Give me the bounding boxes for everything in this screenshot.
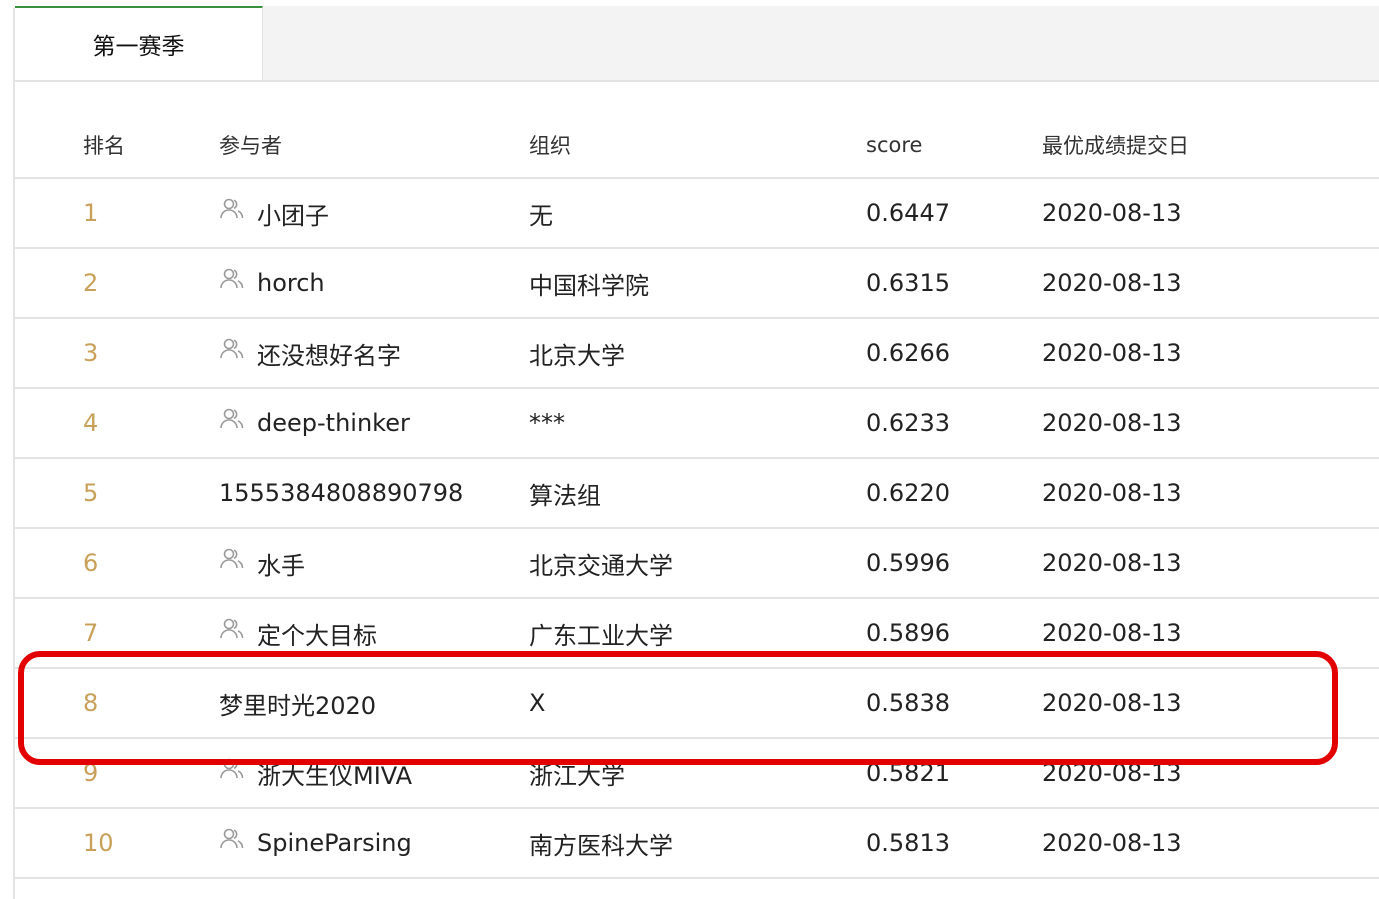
- rank-cell: 4: [83, 409, 99, 437]
- team-icon: [219, 266, 245, 292]
- table-body: 1 小团子 无 0.6447 2020-08-13 2 horch 中国科学院 0.6315 20…: [15, 179, 1379, 879]
- table-row: 8 梦里时光2020 X 0.5838 2020-08-13: [15, 669, 1379, 739]
- tab-bar: 第一赛季: [15, 6, 1379, 82]
- rank-cell: 5: [83, 479, 99, 507]
- tab-season-1[interactable]: 第一赛季: [15, 6, 263, 80]
- date-cell: 2020-08-13: [1042, 689, 1182, 717]
- date-cell: 2020-08-13: [1042, 829, 1182, 857]
- table-row: 3 还没想好名字 北京大学 0.6266 2020-08-13: [15, 319, 1379, 389]
- participant-cell: 浙大生仪MIVA: [219, 739, 412, 807]
- table-row: 4 deep-thinker *** 0.6233 2020-08-13: [15, 389, 1379, 459]
- date-cell: 2020-08-13: [1042, 759, 1182, 787]
- organization-cell: 中国科学院: [529, 271, 649, 300]
- score-cell: 0.6266: [866, 339, 950, 367]
- team-icon: [219, 546, 245, 572]
- participant-cell: 还没想好名字: [219, 319, 401, 387]
- team-icon: [219, 406, 245, 432]
- team-icon: [219, 826, 245, 852]
- participant-name[interactable]: 小团子: [257, 196, 329, 231]
- participant-cell: deep-thinker: [219, 389, 410, 457]
- participant-cell: 小团子: [219, 179, 329, 247]
- rank-cell: 8: [83, 689, 99, 717]
- organization-cell: 南方医科大学: [529, 831, 673, 860]
- participant-name[interactable]: 梦里时光2020: [219, 686, 376, 721]
- organization-cell: ***: [529, 409, 565, 437]
- participant-name[interactable]: 水手: [257, 546, 305, 581]
- team-icon: [219, 336, 245, 362]
- score-cell: 0.5996: [866, 549, 950, 577]
- participant-cell: 梦里时光2020: [219, 669, 376, 737]
- table-row: 7 定个大目标 广东工业大学 0.5896 2020-08-13: [15, 599, 1379, 669]
- header-rank: 排名: [83, 133, 125, 158]
- date-cell: 2020-08-13: [1042, 199, 1182, 227]
- participant-name[interactable]: horch: [257, 269, 325, 297]
- date-cell: 2020-08-13: [1042, 409, 1182, 437]
- participant-name[interactable]: SpineParsing: [257, 829, 412, 857]
- header-organization: 组织: [529, 133, 571, 158]
- organization-cell: 无: [529, 201, 553, 230]
- organization-cell: 算法组: [529, 481, 601, 510]
- organization-cell: X: [529, 689, 546, 717]
- participant-name[interactable]: deep-thinker: [257, 409, 410, 437]
- date-cell: 2020-08-13: [1042, 479, 1182, 507]
- participant-name[interactable]: 1555384808890798: [219, 479, 463, 507]
- table-row: 1 小团子 无 0.6447 2020-08-13: [15, 179, 1379, 249]
- rank-cell: 2: [83, 269, 99, 297]
- organization-cell: 广东工业大学: [529, 621, 673, 650]
- date-cell: 2020-08-13: [1042, 269, 1182, 297]
- participant-name[interactable]: 浙大生仪MIVA: [257, 756, 412, 791]
- organization-cell: 浙江大学: [529, 761, 625, 790]
- rank-cell: 7: [83, 619, 99, 647]
- participant-cell: 1555384808890798: [219, 459, 463, 527]
- date-cell: 2020-08-13: [1042, 549, 1182, 577]
- score-cell: 0.6447: [866, 199, 950, 227]
- team-icon: [219, 616, 245, 642]
- score-cell: 0.5896: [866, 619, 950, 647]
- header-score: score: [866, 132, 923, 157]
- rank-cell: 9: [83, 759, 99, 787]
- score-cell: 0.5821: [866, 759, 950, 787]
- team-icon: [219, 196, 245, 222]
- team-icon: [219, 756, 245, 782]
- participant-name[interactable]: 还没想好名字: [257, 336, 401, 371]
- table-row: 2 horch 中国科学院 0.6315 2020-08-13: [15, 249, 1379, 319]
- header-participant: 参与者: [219, 133, 282, 158]
- table-header: 排名 参与者 组织 score 最优成绩提交日: [15, 112, 1379, 179]
- table-row: 10 SpineParsing 南方医科大学 0.5813 2020-08-13: [15, 809, 1379, 879]
- score-cell: 0.6315: [866, 269, 950, 297]
- participant-name[interactable]: 定个大目标: [257, 616, 377, 651]
- participant-cell: SpineParsing: [219, 809, 412, 877]
- organization-cell: 北京大学: [529, 341, 625, 370]
- score-cell: 0.6220: [866, 479, 950, 507]
- table-row: 9 浙大生仪MIVA 浙江大学 0.5821 2020-08-13: [15, 739, 1379, 809]
- score-cell: 0.6233: [866, 409, 950, 437]
- participant-cell: 水手: [219, 529, 305, 597]
- rank-cell: 3: [83, 339, 99, 367]
- participant-cell: 定个大目标: [219, 599, 377, 667]
- leaderboard-page: 第一赛季 排名 参与者 组织 score 最优成绩提交日 1 小团子 无 0.6447…: [0, 0, 1379, 899]
- leaderboard-table: 排名 参与者 组织 score 最优成绩提交日 1 小团子 无 0.6447 2020-…: [15, 112, 1379, 879]
- participant-cell: horch: [219, 249, 325, 317]
- organization-cell: 北京交通大学: [529, 551, 673, 580]
- date-cell: 2020-08-13: [1042, 339, 1182, 367]
- table-row: 6 水手 北京交通大学 0.5996 2020-08-13: [15, 529, 1379, 599]
- rank-cell: 10: [83, 829, 114, 857]
- table-row: 5 1555384808890798 算法组 0.6220 2020-08-13: [15, 459, 1379, 529]
- rank-cell: 6: [83, 549, 99, 577]
- score-cell: 0.5838: [866, 689, 950, 717]
- date-cell: 2020-08-13: [1042, 619, 1182, 647]
- score-cell: 0.5813: [866, 829, 950, 857]
- header-best-date: 最优成绩提交日: [1042, 133, 1189, 158]
- rank-cell: 1: [83, 199, 99, 227]
